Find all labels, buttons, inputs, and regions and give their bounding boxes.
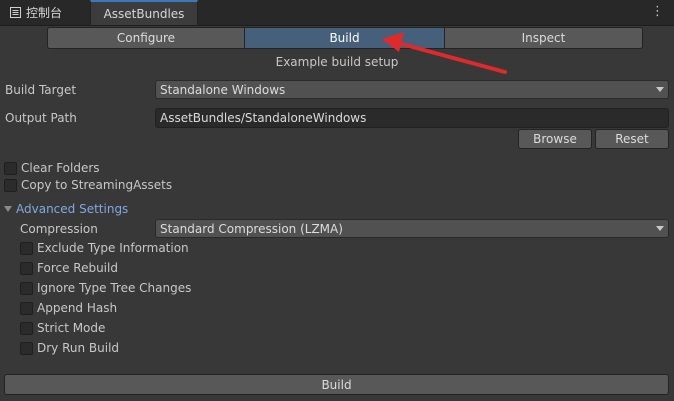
append-hash-label: Append Hash	[37, 301, 118, 315]
advanced-settings-title: Advanced Settings	[16, 202, 129, 216]
reset-button[interactable]: Reset	[595, 129, 669, 149]
force-rebuild-label: Force Rebuild	[37, 261, 118, 275]
dry-run-build-label: Dry Run Build	[37, 341, 120, 355]
copy-streaming-row[interactable]: Copy to StreamingAssets	[4, 178, 172, 192]
tab-assetbundles[interactable]: AssetBundles	[90, 0, 198, 25]
tab-assetbundles-label: AssetBundles	[103, 6, 185, 21]
force-rebuild-checkbox[interactable]	[20, 261, 33, 275]
exclude-type-info-label: Exclude Type Information	[37, 241, 189, 255]
output-path-field[interactable]: AssetBundles/StandaloneWindows	[155, 108, 669, 128]
segment-inspect[interactable]: Inspect	[444, 27, 643, 49]
clear-folders-checkbox[interactable]	[4, 161, 17, 175]
strict-mode-checkbox[interactable]	[20, 321, 33, 335]
browse-button[interactable]: Browse	[518, 129, 592, 149]
compression-dropdown[interactable]: Standard Compression (LZMA)	[155, 219, 669, 238]
section-subtitle: Example build setup	[275, 55, 399, 69]
output-path-label: Output Path	[5, 111, 77, 125]
ignore-type-tree-checkbox[interactable]	[20, 281, 33, 295]
more-options-icon[interactable]: ⋮	[651, 5, 664, 19]
chevron-down-icon	[656, 226, 664, 231]
build-button[interactable]: Build	[4, 374, 669, 395]
build-target-label: Build Target	[5, 83, 77, 97]
tab-console[interactable]: 控制台	[0, 0, 90, 25]
foldout-expanded-icon	[4, 206, 12, 212]
ignore-type-tree-label: Ignore Type Tree Changes	[37, 281, 192, 295]
compression-label: Compression	[20, 222, 98, 236]
build-target-value: Standalone Windows	[160, 82, 286, 97]
exclude-type-info-row[interactable]: Exclude Type Information	[20, 241, 189, 255]
copy-streaming-checkbox[interactable]	[4, 178, 17, 192]
tab-console-label: 控制台	[26, 6, 63, 20]
exclude-type-info-checkbox[interactable]	[20, 241, 33, 255]
segment-build[interactable]: Build	[244, 27, 445, 49]
output-path-value: AssetBundles/StandaloneWindows	[160, 111, 367, 125]
strict-mode-row[interactable]: Strict Mode	[20, 321, 105, 335]
clear-folders-label: Clear Folders	[21, 161, 100, 175]
force-rebuild-row[interactable]: Force Rebuild	[20, 261, 118, 275]
console-icon	[10, 7, 21, 18]
strict-mode-label: Strict Mode	[37, 321, 106, 335]
chevron-down-icon	[656, 87, 664, 92]
ignore-type-tree-row[interactable]: Ignore Type Tree Changes	[20, 281, 191, 295]
append-hash-row[interactable]: Append Hash	[20, 301, 117, 315]
dry-run-build-row[interactable]: Dry Run Build	[20, 341, 119, 355]
window-tab-bar: 控制台 AssetBundles ⋮	[0, 0, 674, 26]
copy-streaming-label: Copy to StreamingAssets	[21, 178, 173, 192]
dry-run-build-checkbox[interactable]	[20, 341, 33, 355]
segment-configure[interactable]: Configure	[47, 27, 245, 49]
advanced-settings-foldout[interactable]: Advanced Settings	[4, 202, 128, 216]
append-hash-checkbox[interactable]	[20, 301, 33, 315]
compression-value: Standard Compression (LZMA)	[160, 221, 343, 236]
build-target-dropdown[interactable]: Standalone Windows	[155, 80, 669, 99]
clear-folders-row[interactable]: Clear Folders	[4, 161, 100, 175]
